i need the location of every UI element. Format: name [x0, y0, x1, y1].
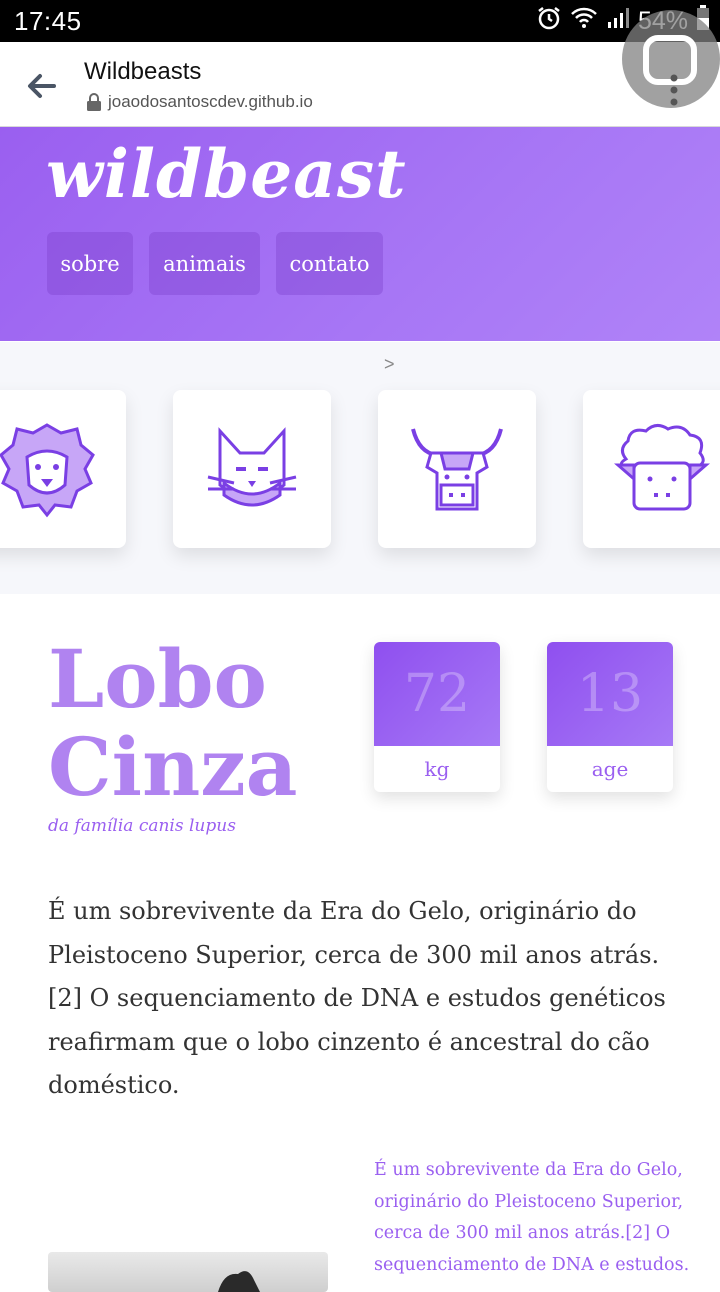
site-header: wildbeast sobre animais contato — [0, 127, 720, 341]
browser-bar: Wildbeasts joaodosantoscdev.github.io — [0, 42, 720, 127]
nav-sobre[interactable]: sobre — [47, 232, 133, 295]
back-arrow-icon — [28, 74, 56, 98]
animal-name-line1: Lobo — [48, 632, 267, 726]
animal-name-heading: Lobo Cinza — [48, 635, 298, 811]
carousel-next-arrow[interactable]: > — [384, 354, 395, 375]
bull-icon — [411, 428, 503, 511]
assistant-icon — [643, 35, 697, 106]
stat-value: 72 — [374, 642, 500, 746]
lion-icon — [0, 423, 95, 518]
url-bar[interactable]: joaodosantoscdev.github.io — [86, 92, 313, 112]
sheep-icon — [614, 424, 710, 511]
animal-card-sheep[interactable] — [583, 390, 720, 548]
animal-name-line2: Cinza — [48, 720, 298, 814]
stat-unit: kg — [424, 757, 450, 781]
nav-contato[interactable]: contato — [276, 232, 383, 295]
page-title: Wildbeasts — [84, 58, 202, 85]
wolf-photo-icon — [218, 1271, 260, 1292]
animal-card-bull[interactable] — [378, 390, 536, 548]
stat-value: 13 — [547, 642, 673, 746]
animal-family: da família canis lupus — [48, 816, 236, 836]
animal-photo — [48, 1252, 328, 1292]
animal-carousel: > — [0, 342, 720, 594]
animal-card-lion[interactable] — [0, 390, 126, 548]
animal-description: É um sobrevivente da Era do Gelo, origin… — [48, 897, 666, 1099]
nav-animais[interactable]: animais — [149, 232, 260, 295]
site-url: joaodosantoscdev.github.io — [108, 92, 313, 111]
lock-icon — [87, 93, 101, 111]
stat-card-age: 13 age — [547, 642, 673, 792]
floating-assistant-bubble[interactable] — [622, 10, 720, 108]
cat-icon — [207, 427, 297, 507]
status-time: 17:45 — [14, 6, 82, 36]
brand-logo[interactable]: wildbeast — [46, 135, 407, 213]
stat-unit: age — [591, 757, 629, 781]
back-button[interactable] — [22, 66, 62, 106]
animal-side-text: É um sobrevivente da Era do Gelo, origin… — [374, 1160, 690, 1275]
status-bar: 17:45 54% — [0, 0, 720, 42]
alarm-icon — [536, 5, 562, 38]
stat-card-weight: 72 kg — [374, 642, 500, 792]
animal-card-cat[interactable] — [173, 390, 331, 548]
wifi-icon — [570, 6, 598, 37]
